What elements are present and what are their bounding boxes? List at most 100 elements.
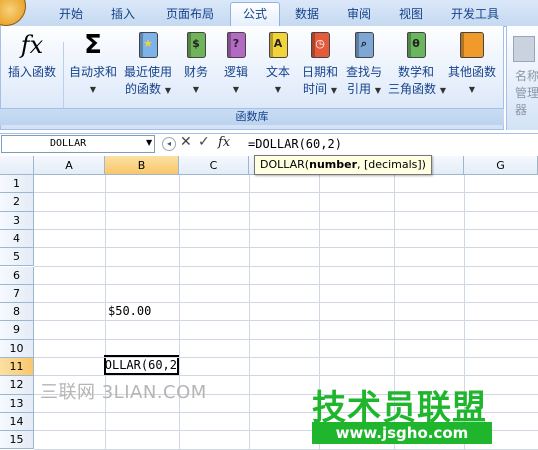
- financial-button[interactable]: $ 财务 ▼: [178, 30, 214, 98]
- tab-review[interactable]: 审阅: [336, 4, 382, 25]
- recently-used-dropdown-icon: ▼: [164, 86, 171, 95]
- tab-formulas[interactable]: 公式: [230, 2, 280, 27]
- formula-bar-buttons: ◂ ✕ ✓ fx: [160, 134, 242, 154]
- watermark-jsgho-url: www.jsgho.com: [312, 422, 492, 444]
- insert-function-button[interactable]: fx 插入函数: [4, 30, 60, 81]
- row-header-5[interactable]: 5: [0, 248, 34, 267]
- insert-function-label: 插入函数: [7, 65, 56, 79]
- gridline: [34, 357, 538, 358]
- gridline: [34, 448, 538, 450]
- text-book-icon: A: [268, 32, 288, 58]
- recently-used-label-1: 最近使用: [123, 65, 172, 79]
- name-box-dropdown-icon[interactable]: ▼: [146, 138, 152, 147]
- gridline: [34, 302, 538, 304]
- recently-used-button[interactable]: ★ 最近使用 的函数 ▼: [120, 30, 176, 99]
- math-trig-label-2: 三角函数: [388, 82, 437, 96]
- math-trig-label-1: 数学和: [397, 65, 434, 79]
- fx-icon: fx: [20, 30, 44, 59]
- gridline: [34, 265, 538, 267]
- gridline: [34, 283, 538, 285]
- text-label: 文本: [265, 65, 290, 79]
- select-all-corner[interactable]: [0, 156, 34, 175]
- gridline: [34, 210, 538, 212]
- lookup-reference-dropdown-icon: ▼: [374, 86, 381, 95]
- other-book-icon: [460, 32, 484, 58]
- tab-data[interactable]: 数据: [284, 4, 330, 25]
- name-box[interactable]: DOLLAR: [1, 135, 155, 153]
- enter-check-icon[interactable]: ✓: [198, 134, 210, 150]
- cell-b8[interactable]: $50.00: [108, 304, 151, 318]
- gridline: [34, 320, 538, 322]
- row-header-12[interactable]: 12: [0, 376, 34, 395]
- formula-input[interactable]: =DOLLAR(60,2): [248, 134, 342, 154]
- autosum-button[interactable]: Σ 自动求和 ▼: [66, 30, 120, 98]
- row-header-10[interactable]: 10: [0, 339, 34, 358]
- cancel-icon[interactable]: ✕: [180, 134, 192, 150]
- text-button[interactable]: A 文本 ▼: [260, 30, 296, 98]
- column-header-b[interactable]: B: [105, 156, 179, 175]
- tooltip-rest-args: , [decimals]): [357, 158, 426, 171]
- financial-label: 财务: [183, 65, 208, 79]
- row-header-7[interactable]: 7: [0, 284, 34, 304]
- date-time-label-1: 日期和: [301, 65, 338, 79]
- date-time-button[interactable]: ◷ 日期和 时间 ▼: [298, 30, 342, 99]
- datetime-book-icon: ◷: [310, 32, 330, 58]
- name-manager-label-1: 名称: [515, 69, 538, 83]
- recently-used-label-2: 的函数: [125, 82, 162, 96]
- row-header-6[interactable]: 6: [0, 266, 34, 285]
- more-functions-button[interactable]: 其他函数 ▼: [444, 30, 500, 98]
- tab-home[interactable]: 开始: [48, 4, 94, 25]
- logical-label: 逻辑: [223, 65, 248, 79]
- row-header-9[interactable]: 9: [0, 321, 34, 340]
- gridline: [34, 192, 538, 194]
- autosum-label: 自动求和: [68, 65, 117, 79]
- active-cell-b11[interactable]: =DOLLAR(60,2: [104, 355, 179, 375]
- watermark-3lian: 三联网 3LIAN.COM: [40, 382, 207, 403]
- expand-handle-icon[interactable]: ◂: [162, 137, 176, 151]
- row-header-15[interactable]: 15: [0, 431, 34, 450]
- tooltip-function-name[interactable]: DOLLAR(: [260, 158, 309, 171]
- tab-view[interactable]: 视图: [388, 4, 434, 25]
- tab-developer[interactable]: 开发工具: [440, 4, 510, 25]
- name-manager-label-2: 管理器: [515, 86, 538, 117]
- date-time-dropdown-icon: ▼: [330, 86, 337, 95]
- row-header-14[interactable]: 14: [0, 412, 34, 432]
- lookup-reference-button[interactable]: ⌕ 查找与 引用 ▼: [342, 30, 386, 99]
- lookup-reference-label-1: 查找与: [345, 65, 382, 79]
- ribbon-defined-names-group: 名称 管理器: [506, 26, 538, 130]
- more-functions-label: 其他函数: [447, 65, 496, 79]
- star-book-icon: ★: [138, 32, 158, 58]
- function-library-group-label: 函数库: [0, 108, 504, 125]
- tab-page-layout[interactable]: 页面布局: [156, 4, 224, 25]
- column-header-c[interactable]: C: [179, 156, 249, 175]
- insert-function-fx-icon[interactable]: fx: [218, 135, 230, 150]
- gridline: [34, 247, 538, 249]
- column-header-g[interactable]: G: [464, 156, 538, 175]
- row-header-11[interactable]: 11: [0, 358, 34, 377]
- math-trig-button[interactable]: θ 数学和 三角函数 ▼: [388, 30, 446, 99]
- row-header-2[interactable]: 2: [0, 193, 34, 212]
- row-header-4[interactable]: 4: [0, 229, 34, 249]
- tooltip-current-arg[interactable]: number: [309, 158, 357, 171]
- row-header-8[interactable]: 8: [0, 303, 34, 322]
- row-header-13[interactable]: 13: [0, 394, 34, 413]
- math-book-icon: θ: [406, 32, 426, 58]
- logical-button[interactable]: ? 逻辑 ▼: [218, 30, 254, 98]
- name-manager-icon: [513, 36, 535, 62]
- tab-insert[interactable]: 插入: [100, 4, 146, 25]
- gridline: [34, 375, 538, 377]
- autosum-dropdown-icon: ▼: [89, 85, 97, 94]
- logic-book-icon: ?: [226, 32, 246, 58]
- text-dropdown-icon: ▼: [274, 85, 282, 94]
- logical-dropdown-icon: ▼: [232, 85, 240, 94]
- lookup-book-icon: ⌕: [354, 32, 374, 58]
- row-header-3[interactable]: 3: [0, 211, 34, 230]
- cell-b11-edit-text[interactable]: =DOLLAR(60,2: [106, 358, 177, 372]
- gridline: [34, 338, 538, 340]
- column-header-a[interactable]: A: [34, 156, 105, 175]
- date-time-label-2: 时间: [303, 82, 328, 96]
- row-header-1[interactable]: 1: [0, 175, 34, 194]
- finance-book-icon: $: [186, 32, 206, 58]
- function-argument-tooltip: DOLLAR(number, [decimals]): [254, 155, 432, 175]
- financial-dropdown-icon: ▼: [192, 85, 200, 94]
